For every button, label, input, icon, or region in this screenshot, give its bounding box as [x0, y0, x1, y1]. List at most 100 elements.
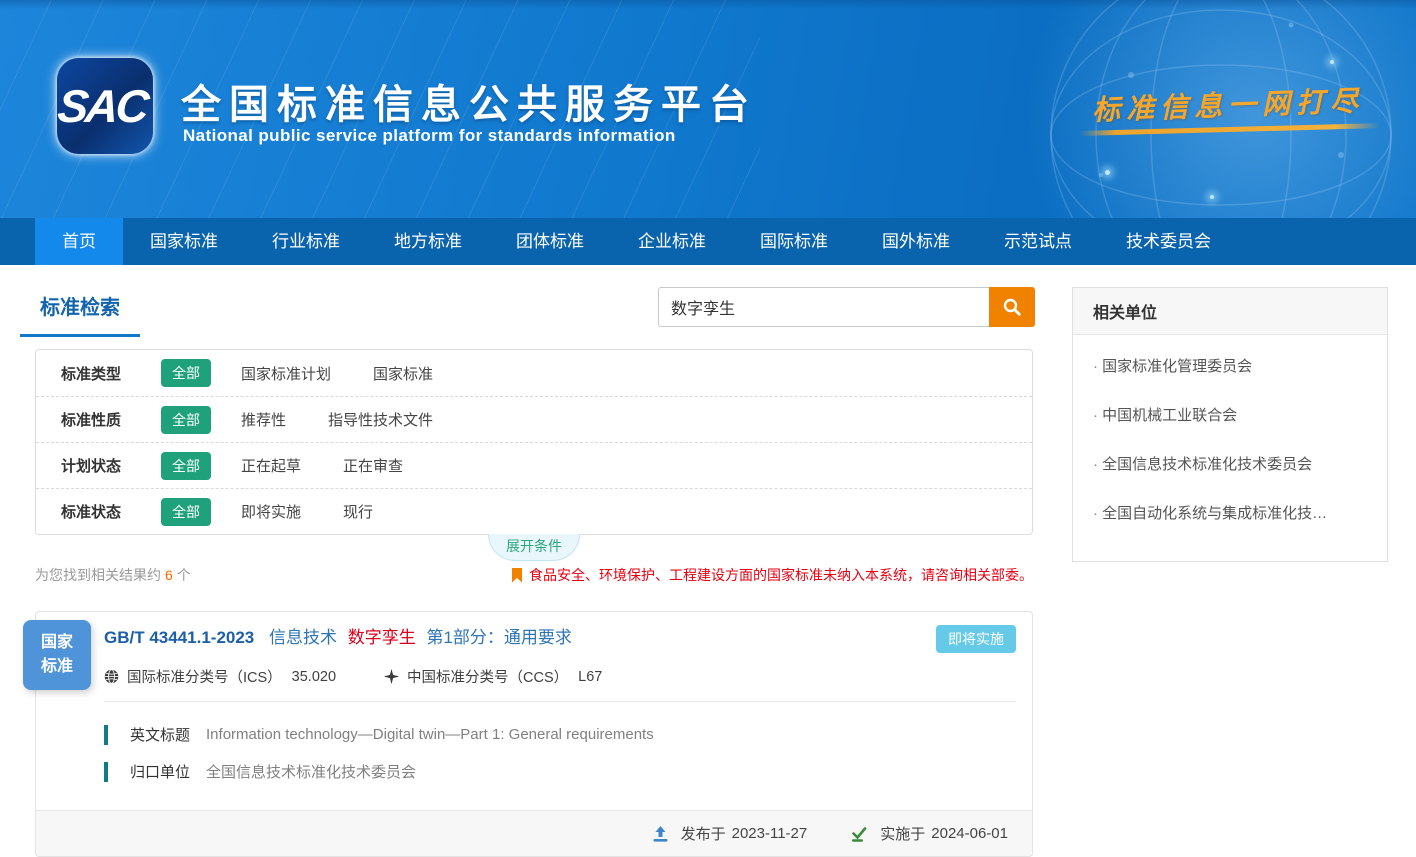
- bookmark-icon: [512, 568, 522, 583]
- filter-all-badge[interactable]: 全部: [161, 406, 211, 434]
- notice-text: 食品安全、环境保护、工程建设方面的国家标准未纳入本系统，请咨询相关部委。: [529, 565, 1033, 585]
- main-nav: 首页 国家标准 行业标准 地方标准 团体标准 企业标准 国际标准 国外标准 示范…: [0, 218, 1416, 265]
- nav-item-pilot-programs[interactable]: 示范试点: [977, 218, 1099, 265]
- card-title-row: GB/T 43441.1-2023 信息技术 数字孪生 第1部分：通用要求 即将…: [104, 625, 1016, 653]
- card-details: 英文标题 Information technology—Digital twin…: [36, 702, 1032, 796]
- ics-value: 35.020: [292, 669, 336, 685]
- title-part2: 第1部分：通用要求: [426, 628, 571, 647]
- implemented-label: 实施于: [880, 823, 925, 844]
- related-organizations-panel: 相关单位 国家标准化管理委员会 中国机械工业联合会 全国信息技术标准化技术委员会…: [1072, 287, 1388, 562]
- sac-logo[interactable]: SAC: [57, 58, 153, 154]
- title-part1: 信息技术: [269, 628, 337, 647]
- ccs-meta: 中国标准分类号（CCS） L67: [384, 666, 602, 687]
- detail-value: 全国信息技术标准化技术委员会: [206, 761, 416, 782]
- ics-label: 国际标准分类号（ICS）: [127, 666, 282, 687]
- published-date-item: 发布于 2023-11-27: [653, 823, 814, 844]
- filter-row-standard-type: 标准类型 全部 国家标准计划 国家标准: [36, 350, 1032, 396]
- tab-standard-search[interactable]: 标准检索: [20, 287, 140, 337]
- nav-item-national-standards[interactable]: 国家标准: [123, 218, 245, 265]
- glow-dot: [1210, 195, 1214, 199]
- filter-option[interactable]: 指导性技术文件: [328, 409, 433, 430]
- glow-dot: [1105, 170, 1110, 175]
- filter-option[interactable]: 现行: [343, 501, 373, 522]
- page-content: 标准检索 标准类型 全部 国家标准计划 国家标准: [0, 265, 1416, 857]
- implemented-date: 2024-06-01: [931, 825, 1008, 842]
- main-column: 标准检索 标准类型 全部 国家标准计划 国家标准: [20, 287, 1035, 857]
- filter-all-badge[interactable]: 全部: [161, 452, 211, 480]
- expand-conditions-button[interactable]: 展开条件: [488, 534, 580, 561]
- filter-option[interactable]: 国家标准计划: [241, 363, 331, 384]
- sidebar-title: 相关单位: [1073, 288, 1387, 335]
- category-badge-line1: 国家: [41, 631, 73, 655]
- ccs-label: 中国标准分类号（CCS）: [407, 666, 568, 687]
- nav-item-home[interactable]: 首页: [35, 218, 123, 265]
- status-badge: 即将实施: [936, 625, 1016, 653]
- search-icon: [1002, 297, 1022, 317]
- filter-panel: 标准类型 全部 国家标准计划 国家标准 标准性质 全部 推荐性 指导性技术文件 …: [35, 349, 1033, 535]
- detail-marker-bar: [104, 762, 108, 782]
- results-summary-row: 为您找到相关结果约6个 食品安全、环境保护、工程建设方面的国家标准未纳入本系统，…: [35, 565, 1033, 585]
- published-label: 发布于: [681, 823, 726, 844]
- search-button[interactable]: [989, 287, 1035, 327]
- system-notice: 食品安全、环境保护、工程建设方面的国家标准未纳入本系统，请咨询相关部委。: [512, 565, 1033, 585]
- sac-logo-text: SAC: [55, 79, 155, 133]
- sidebar-item-sac[interactable]: 国家标准化管理委员会: [1093, 355, 1367, 376]
- compass-star-icon: [384, 669, 407, 684]
- ccs-value: L67: [578, 669, 602, 685]
- filter-all-badge[interactable]: 全部: [161, 498, 211, 526]
- results-count-prefix: 为您找到相关结果约: [35, 567, 161, 583]
- standard-title-link[interactable]: GB/T 43441.1-2023 信息技术 数字孪生 第1部分：通用要求: [104, 625, 572, 651]
- filter-row-standard-status: 标准状态 全部 即将实施 现行: [36, 488, 1032, 534]
- filter-label: 标准性质: [61, 409, 161, 430]
- nav-item-international-standards[interactable]: 国际标准: [733, 218, 855, 265]
- sidebar-item-automation-systems-committee[interactable]: 全国自动化系统与集成标准化技…: [1093, 502, 1367, 523]
- filter-label: 标准状态: [61, 501, 161, 522]
- site-subtitle: National public service platform for sta…: [183, 126, 676, 146]
- nav-item-group-standards[interactable]: 团体标准: [489, 218, 611, 265]
- nav-item-foreign-standards[interactable]: 国外标准: [855, 218, 977, 265]
- site-title: 全国标准信息公共服务平台: [181, 72, 757, 130]
- implemented-date-item: 实施于 2024-06-01: [851, 823, 1014, 844]
- filter-row-plan-status: 计划状态 全部 正在起草 正在审查: [36, 442, 1032, 488]
- sidebar-list: 国家标准化管理委员会 中国机械工业联合会 全国信息技术标准化技术委员会 全国自动…: [1073, 335, 1387, 561]
- detail-row-english-title: 英文标题 Information technology—Digital twin…: [104, 724, 1032, 745]
- sidebar-item-it-standardization-committee[interactable]: 全国信息技术标准化技术委员会: [1093, 453, 1367, 474]
- card-main: GB/T 43441.1-2023 信息技术 数字孪生 第1部分：通用要求 即将…: [36, 612, 1032, 687]
- search-group: [658, 287, 1035, 327]
- filter-option[interactable]: 国家标准: [373, 363, 433, 384]
- filter-all-badge[interactable]: 全部: [161, 359, 211, 387]
- sidebar-item-machinery-federation[interactable]: 中国机械工业联合会: [1093, 404, 1367, 425]
- detail-label: 归口单位: [130, 761, 190, 782]
- detail-row-committee: 归口单位 全国信息技术标准化技术委员会: [104, 761, 1032, 782]
- nav-item-local-standards[interactable]: 地方标准: [367, 218, 489, 265]
- filter-option[interactable]: 即将实施: [241, 501, 301, 522]
- filter-option[interactable]: 正在审查: [343, 455, 403, 476]
- filter-option[interactable]: 推荐性: [241, 409, 286, 430]
- check-icon: [851, 826, 874, 842]
- card-footer: 发布于 2023-11-27 实施于 2024-06-01: [36, 810, 1032, 856]
- filter-option[interactable]: 正在起草: [241, 455, 301, 476]
- results-count-number: 6: [165, 567, 173, 583]
- category-badge-line2: 标准: [41, 655, 73, 679]
- nav-item-technical-committees[interactable]: 技术委员会: [1099, 218, 1238, 265]
- search-toolbar: 标准检索: [20, 287, 1035, 337]
- filter-label: 计划状态: [61, 455, 161, 476]
- standard-result-card: 国家 标准 GB/T 43441.1-2023 信息技术 数字孪生 第1部分：通…: [35, 611, 1033, 857]
- detail-marker-bar: [104, 725, 108, 745]
- ics-meta: 国际标准分类号（ICS） 35.020: [104, 666, 336, 687]
- globe-icon: [104, 669, 127, 684]
- nav-item-enterprise-standards[interactable]: 企业标准: [611, 218, 733, 265]
- glow-dot: [1330, 60, 1334, 64]
- filter-panel-wrap: 标准类型 全部 国家标准计划 国家标准 标准性质 全部 推荐性 指导性技术文件 …: [35, 349, 1033, 535]
- upload-icon: [653, 826, 675, 842]
- site-header: SAC 全国标准信息公共服务平台 National public service…: [0, 0, 1416, 218]
- nav-item-industry-standards[interactable]: 行业标准: [245, 218, 367, 265]
- standard-code: GB/T 43441.1-2023: [104, 628, 254, 647]
- search-input[interactable]: [658, 287, 989, 327]
- title-highlight: 数字孪生: [348, 628, 416, 647]
- category-badge-national-standard: 国家 标准: [23, 620, 91, 690]
- filter-label: 标准类型: [61, 363, 161, 384]
- detail-value: Information technology—Digital twin—Part…: [206, 726, 654, 743]
- published-date: 2023-11-27: [732, 825, 808, 842]
- detail-label: 英文标题: [130, 724, 190, 745]
